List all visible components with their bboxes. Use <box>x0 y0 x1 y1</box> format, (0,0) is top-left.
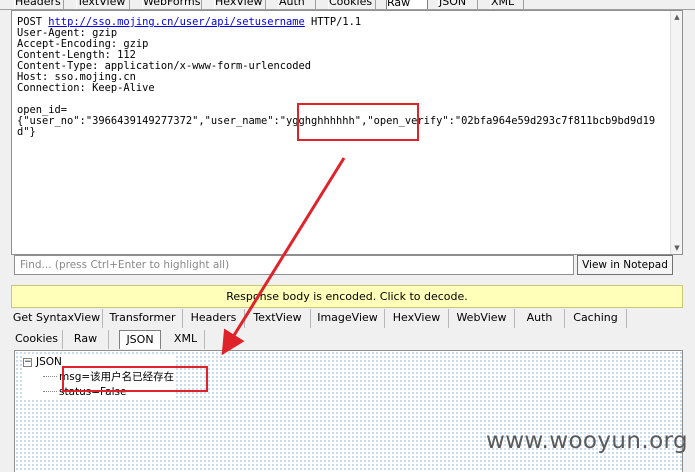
annotation-arrow-icon <box>221 157 346 356</box>
watermark-text: www.wooyun.org <box>486 428 688 454</box>
